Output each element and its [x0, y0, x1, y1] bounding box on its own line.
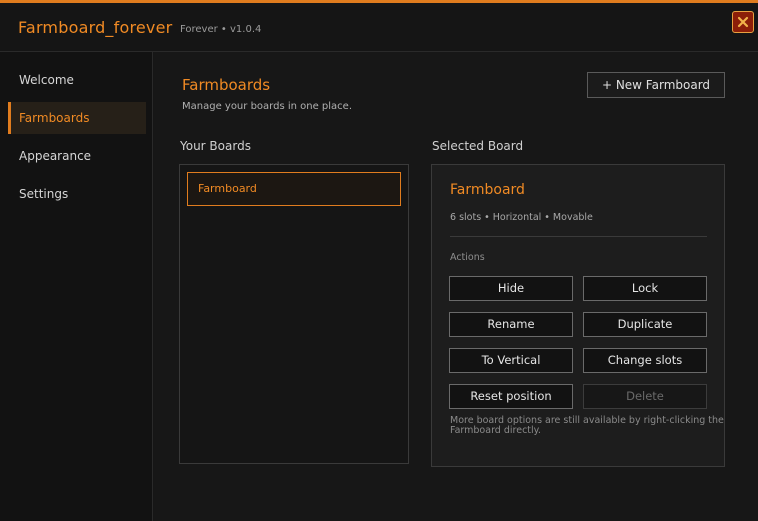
actions-label: Actions	[450, 252, 485, 263]
title-bar: Farmboard_forever Forever • v1.0.4	[0, 6, 758, 52]
page-subtitle: Manage your boards in one place.	[182, 101, 352, 112]
main-content: Farmboards Manage your boards in one pla…	[154, 52, 758, 521]
sidebar: Welcome Farmboards Appearance Settings	[0, 52, 153, 521]
selected-board-name: Farmboard	[450, 182, 525, 198]
close-icon	[737, 16, 749, 28]
hide-button[interactable]: Hide	[449, 276, 573, 301]
app-version: Forever • v1.0.4	[180, 24, 262, 35]
your-boards-label: Your Boards	[180, 139, 251, 153]
options-hint: More board options are still available b…	[450, 415, 724, 436]
sidebar-item-appearance[interactable]: Appearance	[8, 140, 146, 172]
selected-board-label: Selected Board	[432, 139, 524, 153]
app-window: Farmboard_forever Forever • v1.0.4 Welco…	[0, 0, 758, 521]
delete-button: Delete	[583, 384, 707, 409]
page-title: Farmboards	[182, 76, 271, 94]
close-button[interactable]	[732, 11, 754, 33]
reset-position-button[interactable]: Reset position	[449, 384, 573, 409]
selected-board-meta: 6 slots • Horizontal • Movable	[450, 212, 593, 223]
sidebar-item-welcome[interactable]: Welcome	[8, 64, 146, 96]
sidebar-item-farmboards[interactable]: Farmboards	[8, 102, 146, 134]
to-vertical-button[interactable]: To Vertical	[449, 348, 573, 373]
boards-list: Farmboard	[179, 164, 409, 464]
board-list-item[interactable]: Farmboard	[187, 172, 401, 206]
lock-button[interactable]: Lock	[583, 276, 707, 301]
new-farmboard-button[interactable]: + New Farmboard	[587, 72, 725, 98]
divider	[450, 236, 707, 237]
rename-button[interactable]: Rename	[449, 312, 573, 337]
selected-board-panel: Farmboard 6 slots • Horizontal • Movable…	[431, 164, 725, 467]
app-title: Farmboard_forever	[18, 18, 173, 37]
change-slots-button[interactable]: Change slots	[583, 348, 707, 373]
duplicate-button[interactable]: Duplicate	[583, 312, 707, 337]
sidebar-item-settings[interactable]: Settings	[8, 178, 146, 210]
